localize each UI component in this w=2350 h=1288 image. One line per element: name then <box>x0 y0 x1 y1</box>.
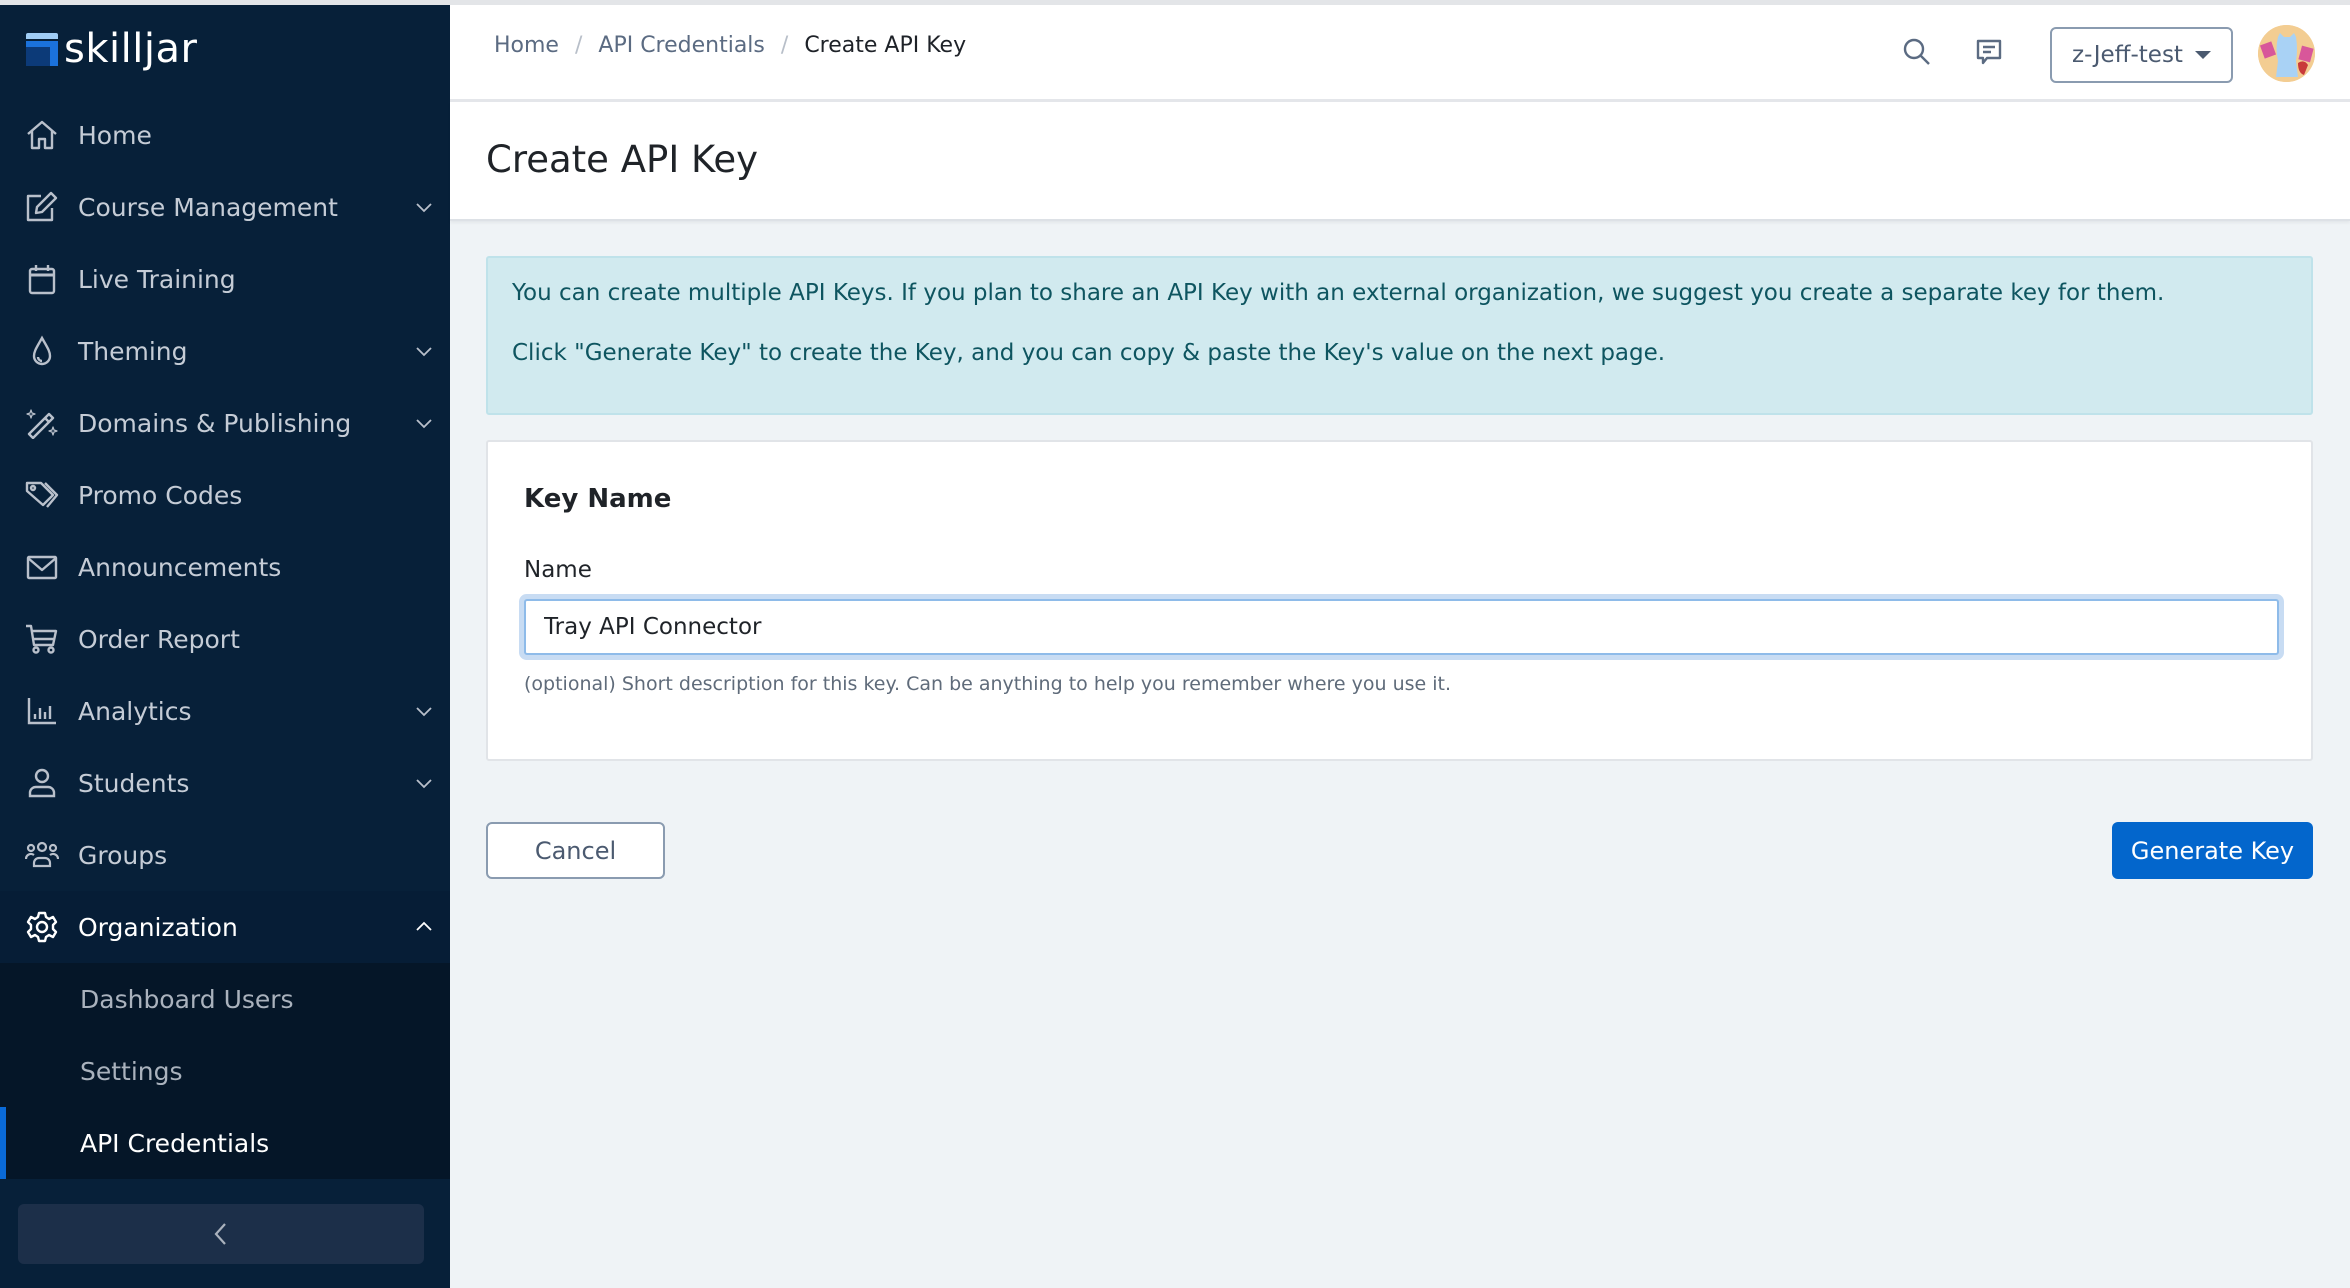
sidebar-item-announcements[interactable]: Announcements <box>0 531 450 603</box>
magic-wand-icon <box>25 407 59 440</box>
breadcrumb-separator: / <box>574 33 583 58</box>
chevron-down-icon[interactable] <box>414 413 434 433</box>
sidebar-item-course-management[interactable]: Course Management <box>0 171 450 243</box>
sidebar-item-label: Course Management <box>78 192 338 222</box>
breadcrumb-separator: / <box>780 33 789 58</box>
sidebar-subitem-api-credentials[interactable]: API Credentials <box>0 1107 450 1179</box>
breadcrumb-api-credentials[interactable]: API Credentials <box>598 33 765 58</box>
organization-submenu: Dashboard Users Settings API Credentials <box>0 963 450 1179</box>
organization-selector-dropdown[interactable]: z-Jeff-test <box>2050 27 2233 83</box>
users-icon <box>24 839 60 871</box>
sidebar-item-label: Announcements <box>78 552 282 582</box>
name-input[interactable] <box>524 599 2279 655</box>
bar-chart-icon <box>25 695 59 727</box>
key-name-card: Key Name Name (optional) Short descripti… <box>486 440 2313 761</box>
user-icon <box>25 767 59 799</box>
sidebar-item-label: Students <box>78 768 190 798</box>
sidebar-item-live-training[interactable]: Live Training <box>0 243 450 315</box>
chevron-down-icon[interactable] <box>414 341 434 361</box>
sidebar: skilljar Home Course Management Live Tra… <box>0 5 450 1288</box>
skilljar-logo-icon <box>26 32 58 66</box>
tags-icon <box>25 479 59 511</box>
page-title: Create API Key <box>486 138 759 181</box>
sidebar-item-label: Groups <box>78 840 168 870</box>
generate-key-button[interactable]: Generate Key <box>2112 822 2313 879</box>
chevron-down-icon[interactable] <box>414 701 434 721</box>
organization-selector-value: z-Jeff-test <box>2072 42 2183 68</box>
cart-icon <box>25 623 59 655</box>
skilljar-logo[interactable]: skilljar <box>26 27 197 71</box>
sidebar-item-analytics[interactable]: Analytics <box>0 675 450 747</box>
chevron-up-icon[interactable] <box>414 917 434 937</box>
sidebar-item-label: Home <box>78 120 152 150</box>
info-alert-line-2: Click "Generate Key" to create the Key, … <box>512 340 1666 366</box>
brand-name: skilljar <box>64 26 198 72</box>
sidebar-item-home[interactable]: Home <box>0 99 450 171</box>
sidebar-item-label: Analytics <box>78 696 192 726</box>
section-title: Key Name <box>524 484 672 514</box>
page-header: Create API Key <box>450 102 2350 221</box>
cancel-button[interactable]: Cancel <box>486 822 665 879</box>
envelope-icon <box>25 551 59 583</box>
user-avatar[interactable] <box>2258 25 2315 82</box>
info-alert-line-1: You can create multiple API Keys. If you… <box>512 280 2165 306</box>
chevron-down-icon[interactable] <box>414 773 434 793</box>
sidebar-item-promo-codes[interactable]: Promo Codes <box>0 459 450 531</box>
chevron-left-icon <box>214 1223 226 1245</box>
edit-icon <box>25 191 59 223</box>
sidebar-item-theming[interactable]: Theming <box>0 315 450 387</box>
sidebar-subitem-label: Dashboard Users <box>80 984 294 1014</box>
breadcrumb-home[interactable]: Home <box>494 33 559 58</box>
sidebar-item-label: Live Training <box>78 264 236 294</box>
sidebar-item-label: Promo Codes <box>78 480 243 510</box>
sidebar-item-label: Theming <box>78 336 188 366</box>
calendar-icon <box>25 263 59 295</box>
sidebar-subitem-dashboard-users[interactable]: Dashboard Users <box>0 963 450 1035</box>
sidebar-subitem-settings[interactable]: Settings <box>0 1035 450 1107</box>
breadcrumb: Home / API Credentials / Create API Key <box>494 33 966 58</box>
sidebar-item-label: Organization <box>78 912 238 942</box>
search-icon[interactable] <box>1900 35 1934 69</box>
sidebar-item-domains-publishing[interactable]: Domains & Publishing <box>0 387 450 459</box>
sidebar-item-label: Domains & Publishing <box>78 408 352 438</box>
sidebar-item-groups[interactable]: Groups <box>0 819 450 891</box>
chevron-down-icon[interactable] <box>414 197 434 217</box>
sidebar-item-students[interactable]: Students <box>0 747 450 819</box>
name-help-text: (optional) Short description for this ke… <box>524 673 1452 695</box>
breadcrumb-current: Create API Key <box>804 33 967 58</box>
home-icon <box>25 119 59 151</box>
name-field-label: Name <box>524 557 592 583</box>
gear-icon <box>25 911 59 943</box>
sidebar-item-organization[interactable]: Organization <box>0 891 450 963</box>
info-alert: You can create multiple API Keys. If you… <box>486 256 2313 415</box>
droplet-icon <box>25 335 59 367</box>
sidebar-item-label: Order Report <box>78 624 240 654</box>
sidebar-nav: Home Course Management Live Training The… <box>0 99 450 1179</box>
collapse-sidebar-button[interactable] <box>18 1204 424 1264</box>
sidebar-subitem-label: Settings <box>80 1056 183 1086</box>
chat-icon[interactable] <box>1972 35 2006 69</box>
caret-down-icon <box>2194 51 2211 59</box>
sidebar-item-order-report[interactable]: Order Report <box>0 603 450 675</box>
sidebar-subitem-label: API Credentials <box>80 1128 270 1158</box>
topbar: Home / API Credentials / Create API Key … <box>450 5 2350 102</box>
